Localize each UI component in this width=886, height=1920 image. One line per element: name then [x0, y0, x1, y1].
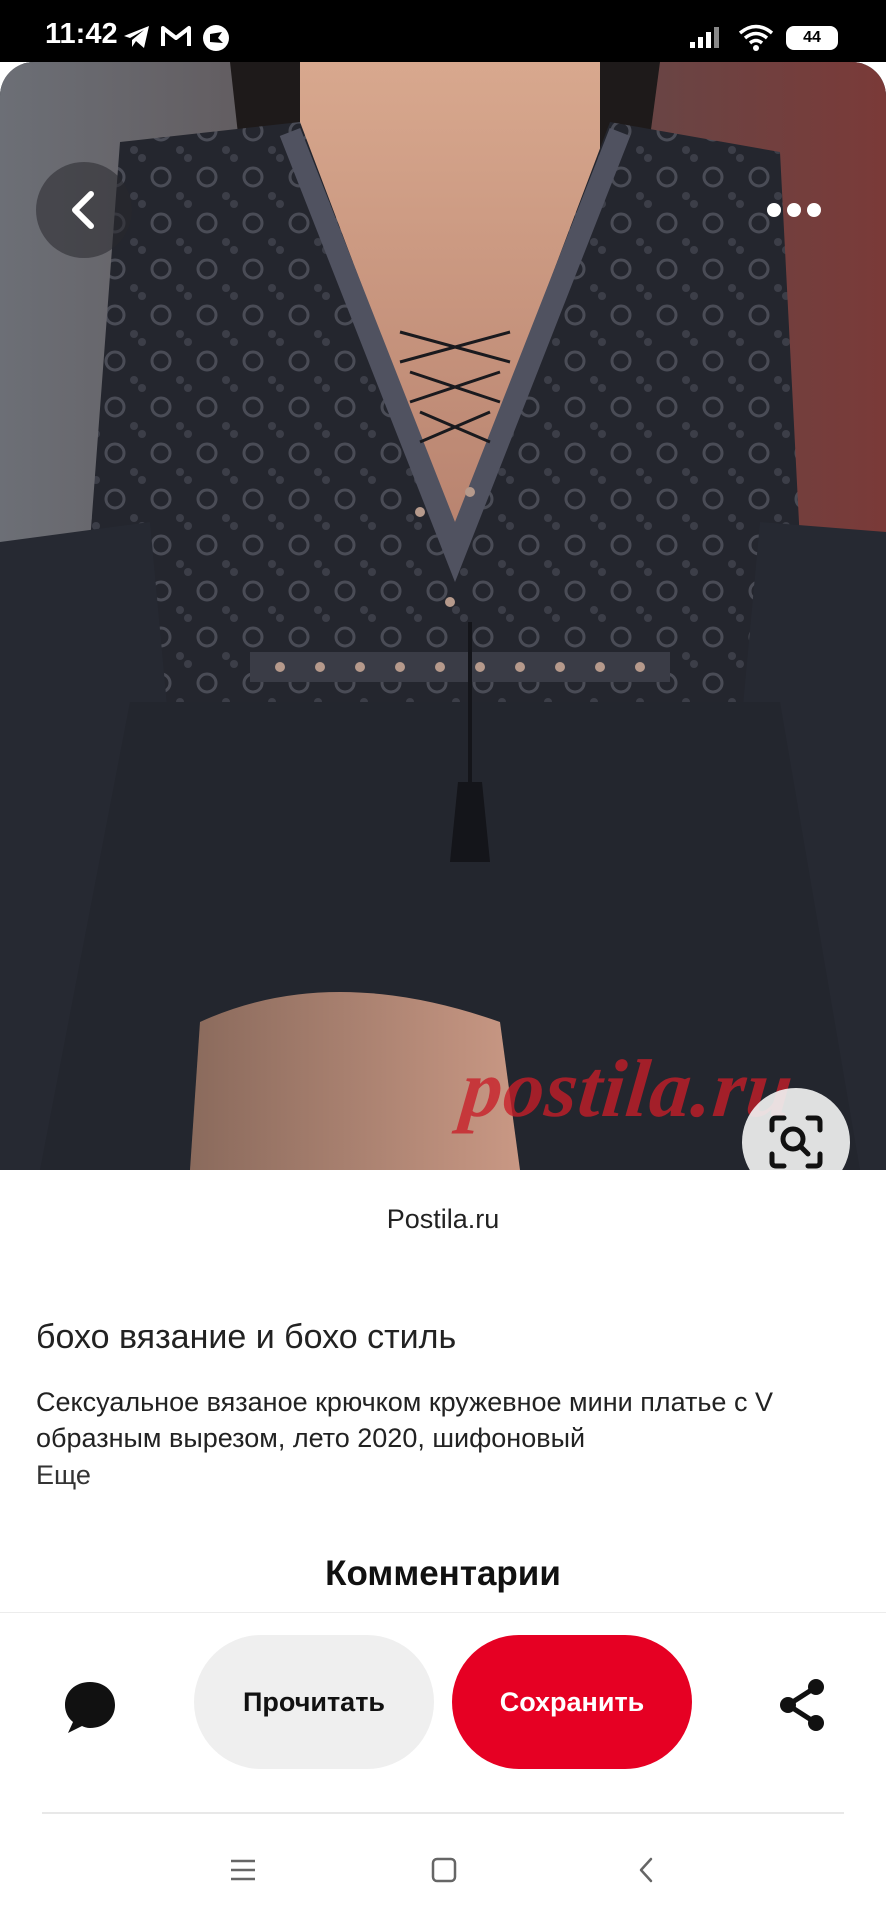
save-button[interactable]: Сохранить [452, 1635, 692, 1769]
navigation-bar [0, 1814, 886, 1920]
back-button[interactable] [36, 162, 132, 258]
share-icon [780, 1679, 824, 1731]
telegram-icon [124, 26, 149, 48]
share-button[interactable] [770, 1673, 834, 1737]
recent-apps-button[interactable] [221, 1848, 265, 1892]
comments-heading: Комментарии [325, 1554, 561, 1593]
read-button[interactable]: Прочитать [194, 1635, 434, 1769]
signal-icon [690, 27, 719, 48]
system-back-button[interactable] [624, 1848, 668, 1892]
pin-photo [0, 62, 886, 1170]
more-link[interactable]: Еще [36, 1460, 91, 1491]
app-notification-icon [203, 25, 229, 51]
home-button[interactable] [422, 1848, 466, 1892]
lens-search-icon [769, 1115, 823, 1169]
chevron-left-icon [72, 191, 94, 229]
board-title: бохо вязание и бохо стиль [36, 1318, 457, 1356]
status-bar: 11:42 44 [0, 0, 886, 62]
status-time: 11:42 [45, 18, 118, 50]
back-icon [639, 1857, 653, 1883]
comment-icon [65, 1682, 115, 1733]
pin-image[interactable]: postila.ru [0, 62, 886, 1170]
more-icon [767, 203, 821, 217]
gmail-icon [161, 26, 191, 46]
wifi-icon [738, 24, 774, 51]
battery-level: 44 [803, 29, 821, 46]
pin-description: Сексуальное вязаное крючком кружевное ми… [36, 1387, 773, 1453]
more-options-button[interactable] [756, 182, 832, 238]
comment-button[interactable] [56, 1673, 124, 1741]
source-link[interactable]: Postila.ru [0, 1204, 886, 1235]
battery-icon: 44 [786, 26, 838, 50]
home-icon [431, 1857, 457, 1883]
action-bar: Прочитать Сохранить [0, 1612, 886, 1812]
menu-icon [231, 1859, 255, 1881]
